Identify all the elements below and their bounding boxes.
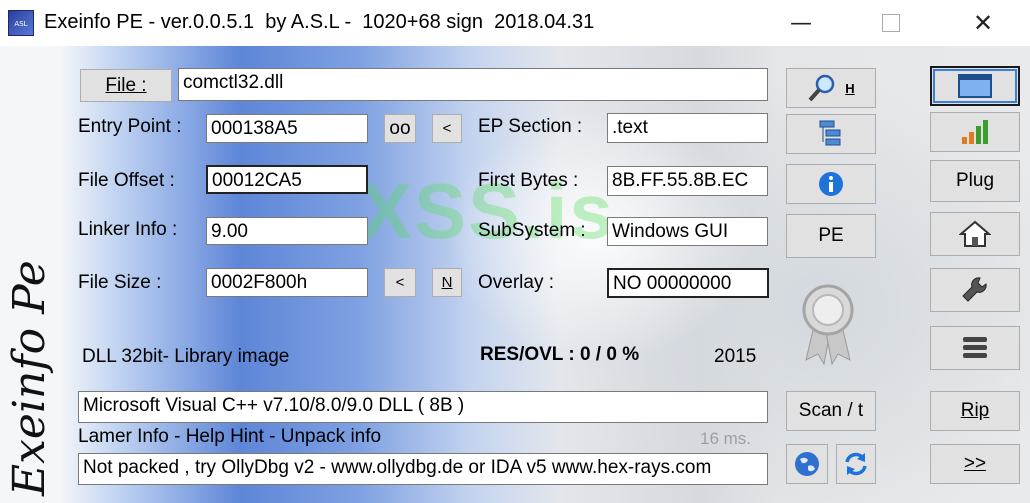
- subsystem-label: SubSystem :: [478, 220, 586, 241]
- search-hex-label: H: [845, 80, 855, 96]
- tree-icon: [819, 120, 841, 146]
- main-panel: Exeinfo Pe XSS.is File : comctl32.dll En…: [0, 46, 1030, 503]
- scan-button[interactable]: Scan / t: [786, 391, 876, 431]
- tree-view-button[interactable]: [786, 114, 876, 154]
- exeinfo-side-logo: Exeinfo Pe: [4, 260, 55, 497]
- home-button[interactable]: [930, 212, 1020, 256]
- oo-button[interactable]: oo: [384, 114, 416, 143]
- open-folder-button[interactable]: [930, 66, 1020, 106]
- year-text: 2015: [714, 346, 757, 367]
- overlay-label: Overlay :: [478, 272, 555, 293]
- tools-button[interactable]: [930, 268, 1020, 312]
- title-bar: ASL Exeinfo PE - ver.0.0.5.1 by A.S.L - …: [0, 0, 1030, 46]
- first-bytes-label: First Bytes :: [478, 170, 579, 191]
- linker-info-label: Linker Info :: [78, 219, 178, 240]
- pe-button[interactable]: PE: [786, 214, 876, 258]
- file-offset-label: File Offset :: [78, 170, 175, 191]
- timing-text: 16 ms.: [700, 429, 752, 448]
- magnifier-icon: [808, 74, 835, 102]
- file-path-field[interactable]: comctl32.dll: [178, 68, 768, 101]
- wrench-icon: [962, 277, 987, 302]
- lamer-info-text[interactable]: Lamer Info - Help Hint - Unpack info: [78, 426, 381, 448]
- plug-button[interactable]: Plug: [930, 160, 1020, 202]
- home-icon: [959, 220, 991, 247]
- size-n-button[interactable]: N: [432, 268, 462, 297]
- maximize-button[interactable]: [866, 6, 916, 40]
- refresh-icon: [845, 452, 867, 476]
- rip-button[interactable]: Rip: [930, 391, 1020, 431]
- award-ribbon-icon: [802, 284, 854, 366]
- subsystem-field[interactable]: Windows GUI: [607, 217, 768, 246]
- detection-result-field[interactable]: Microsoft Visual C++ v7.10/8.0/9.0 DLL (…: [78, 391, 768, 423]
- refresh-button[interactable]: [836, 444, 876, 484]
- more-label: >>: [963, 453, 987, 474]
- file-size-field[interactable]: 0002F800h: [206, 268, 368, 297]
- entry-lt-button[interactable]: <: [432, 114, 462, 143]
- first-bytes-field[interactable]: 8B.FF.55.8B.EC: [607, 166, 768, 196]
- hint-field[interactable]: Not packed , try OllyDbg v2 - www.ollydb…: [78, 453, 768, 485]
- rip-label: Rip: [960, 400, 990, 421]
- linker-info-field[interactable]: 9.00: [206, 217, 368, 245]
- size-lt-button[interactable]: <: [384, 268, 416, 297]
- web-button[interactable]: [786, 444, 828, 484]
- app-icon: ASL: [8, 10, 34, 36]
- globe-icon: [795, 452, 819, 476]
- res-ovl-text: RES/OVL : 0 / 0 %: [480, 344, 640, 365]
- entry-point-field[interactable]: 000138A5: [206, 114, 368, 143]
- minimize-button[interactable]: —: [776, 6, 826, 40]
- overlay-field[interactable]: NO 00000000: [607, 268, 769, 298]
- close-button[interactable]: ✕: [958, 6, 1008, 40]
- info-icon: [819, 172, 843, 196]
- image-type-text: DLL 32bit- Library image: [82, 346, 290, 367]
- maximize-icon: [882, 14, 900, 32]
- side-logo-text: Exeinfo Pe: [4, 260, 55, 497]
- stats-button[interactable]: [930, 112, 1020, 152]
- list-icon: [963, 337, 987, 358]
- window-icon: [958, 74, 992, 98]
- more-button[interactable]: >>: [930, 444, 1020, 484]
- file-offset-field[interactable]: 00012CA5: [206, 165, 368, 194]
- window-title: Exeinfo PE - ver.0.0.5.1 by A.S.L - 1020…: [44, 11, 595, 33]
- search-hex-button[interactable]: H: [786, 68, 876, 108]
- file-size-label: File Size :: [78, 272, 162, 293]
- entry-point-label: Entry Point :: [78, 116, 182, 137]
- menu-button[interactable]: [930, 326, 1020, 370]
- plug-label: Plug: [955, 170, 995, 191]
- file-button[interactable]: File :: [80, 69, 172, 102]
- info-button[interactable]: [786, 164, 876, 204]
- bar-chart-icon: [962, 120, 988, 144]
- ep-section-label: EP Section :: [478, 116, 583, 137]
- ep-section-field[interactable]: .text: [607, 113, 768, 143]
